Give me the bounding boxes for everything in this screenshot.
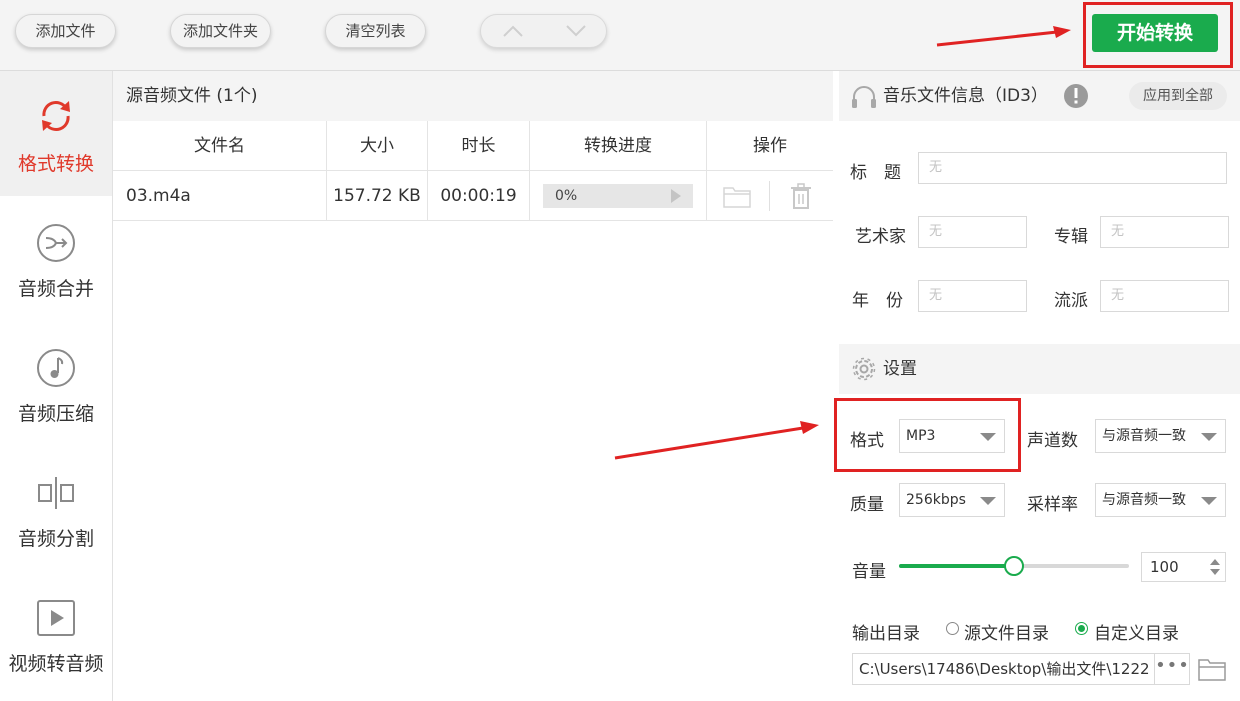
settings-panel: 音乐文件信息（ID3） 应用到全部 标 题 无 艺术家 无 专辑 无 年 份 无…	[834, 71, 1240, 701]
id3-year-label: 年 份	[852, 291, 903, 311]
id3-title-label: 标 题	[850, 163, 901, 183]
browse-button[interactable]: •••	[1154, 653, 1190, 685]
sidebar-item-format-convert[interactable]: 格式转换	[0, 71, 112, 196]
trash-icon[interactable]	[788, 182, 814, 210]
quality-value: 256kbps	[906, 492, 966, 508]
apply-to-all-button[interactable]: 应用到全部	[1129, 82, 1227, 110]
id3-title-field[interactable]: 无	[918, 152, 1227, 184]
sidebar-item-audio-compress[interactable]: 音频压缩	[0, 321, 112, 446]
chevron-down-icon	[1201, 433, 1217, 441]
id3-album-field[interactable]: 无	[1100, 216, 1229, 248]
progress-bar: 0%	[543, 184, 693, 208]
chevron-down-icon	[1201, 497, 1217, 505]
column-header-progress: 转换进度	[530, 121, 707, 171]
table-header: 文件名 大小 时长 转换进度 操作	[113, 121, 833, 171]
sidebar-item-video-to-audio[interactable]: 视频转音频	[0, 571, 112, 696]
settings-title: 设置	[883, 359, 917, 379]
sidebar-item-label: 格式转换	[17, 153, 94, 175]
table-row[interactable]: 03.m4a 157.72 KB 00:00:19 0%	[113, 171, 833, 221]
channels-select[interactable]: 与源音频一致	[1095, 419, 1226, 453]
annotation-arrow	[936, 26, 1071, 47]
volume-slider-fill	[899, 564, 1014, 568]
column-header-duration: 时长	[428, 121, 530, 171]
annotation-arrow	[614, 421, 819, 460]
id3-section-header: 音乐文件信息（ID3） 应用到全部	[839, 71, 1240, 121]
samplerate-label: 采样率	[1027, 495, 1078, 515]
folder-icon[interactable]	[1197, 655, 1227, 683]
sidebar-item-label: 音频压缩	[17, 403, 94, 425]
progress-text: 0%	[555, 188, 578, 204]
column-header-size: 大小	[327, 121, 428, 171]
add-file-button[interactable]: 添加文件	[15, 14, 116, 48]
sidebar-item-label: 音频分割	[17, 528, 94, 550]
file-list-header: 源音频文件 (1个)	[113, 71, 833, 121]
file-name: 03.m4a	[113, 171, 327, 221]
id3-genre-field[interactable]: 无	[1100, 280, 1229, 312]
volume-value: 100	[1150, 558, 1179, 576]
refresh-icon	[42, 101, 70, 131]
chevron-down-icon	[980, 497, 996, 505]
video-play-icon	[37, 600, 75, 636]
play-icon	[671, 189, 681, 203]
id3-year-field[interactable]: 无	[918, 280, 1027, 312]
start-convert-button[interactable]: 开始转换	[1092, 14, 1218, 52]
chevron-down-icon[interactable]	[544, 15, 607, 47]
sidebar-item-audio-merge[interactable]: 音频合并	[0, 196, 112, 321]
format-label: 格式	[850, 431, 884, 451]
volume-stepper[interactable]: 100	[1141, 552, 1226, 582]
samplerate-value: 与源音频一致	[1102, 492, 1186, 508]
output-custom-radio[interactable]	[1075, 622, 1088, 635]
sidebar-item-audio-split[interactable]: 音频分割	[0, 446, 112, 571]
stepper-arrows-icon[interactable]	[1209, 558, 1221, 576]
open-folder-icon[interactable]	[722, 183, 752, 209]
id3-artist-label: 艺术家	[855, 227, 906, 247]
column-header-name: 文件名	[113, 121, 327, 171]
chevron-up-icon[interactable]	[481, 15, 544, 47]
volume-label: 音量	[852, 562, 886, 582]
id3-album-label: 专辑	[1054, 227, 1088, 247]
sidebar-item-label: 视频转音频	[8, 653, 104, 675]
gear-icon	[852, 357, 876, 381]
move-buttons	[480, 14, 607, 48]
merge-icon	[37, 224, 75, 262]
volume-slider[interactable]	[899, 556, 1129, 576]
id3-title: 音乐文件信息（ID3）	[883, 86, 1048, 106]
headphones-icon	[852, 86, 876, 108]
sidebar-item-label: 音频合并	[17, 278, 94, 300]
output-source-radio[interactable]	[946, 622, 959, 635]
volume-slider-thumb[interactable]	[1004, 556, 1024, 576]
channels-value: 与源音频一致	[1102, 428, 1186, 444]
split-icon	[38, 477, 74, 509]
info-icon[interactable]	[1063, 83, 1089, 109]
quality-select[interactable]: 256kbps	[899, 483, 1005, 517]
add-folder-button[interactable]: 添加文件夹	[170, 14, 271, 48]
file-list-panel: 源音频文件 (1个) 文件名 大小 时长 转换进度 操作 03.m4a 157.…	[113, 71, 833, 701]
samplerate-select[interactable]: 与源音频一致	[1095, 483, 1226, 517]
sidebar: 格式转换 音频合并 音频压缩 音频分割 视频转音频	[0, 71, 113, 701]
channels-label: 声道数	[1027, 431, 1078, 451]
music-note-icon	[37, 349, 75, 387]
clear-list-button[interactable]: 清空列表	[325, 14, 426, 48]
action-divider	[769, 181, 770, 211]
chevron-down-icon	[980, 433, 996, 441]
output-path-field[interactable]: C:\Users\17486\Desktop\输出文件\1222	[852, 653, 1190, 685]
top-toolbar: 添加文件 添加文件夹 清空列表 开始转换	[0, 0, 1240, 71]
format-select[interactable]: MP3	[899, 419, 1005, 453]
column-header-actions: 操作	[753, 136, 787, 156]
file-duration: 00:00:19	[428, 171, 530, 221]
output-path-value: C:\Users\17486\Desktop\输出文件\1222	[859, 660, 1150, 678]
settings-section-header: 设置	[839, 344, 1240, 394]
quality-label: 质量	[850, 495, 884, 515]
id3-genre-label: 流派	[1054, 291, 1088, 311]
format-value: MP3	[906, 428, 936, 444]
file-size: 157.72 KB	[327, 171, 428, 221]
output-label: 输出目录	[852, 624, 920, 644]
id3-artist-field[interactable]: 无	[918, 216, 1027, 248]
output-custom-label[interactable]: 自定义目录	[1094, 619, 1179, 644]
output-source-label[interactable]: 源文件目录	[964, 619, 1049, 644]
